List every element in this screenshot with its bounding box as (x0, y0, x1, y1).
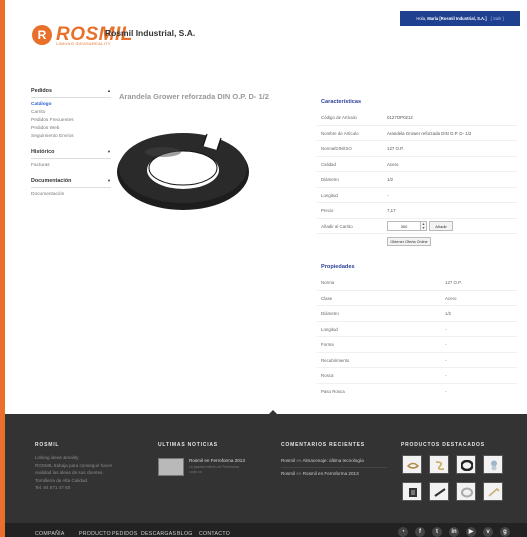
footer-nav-contacto[interactable]: CONTACTO (199, 531, 230, 537)
comment-item[interactable]: Rosmil en Rosmil en Ferroforma 2013 (281, 471, 359, 476)
sidebar-head-pedidos[interactable]: Pedidos ▲ (31, 88, 111, 98)
google-plus-icon[interactable]: g (500, 527, 510, 537)
news-thumbnail[interactable] (158, 458, 184, 476)
sidebar: Pedidos ▲ Catálogo Carrito Pedidos Frecue… (31, 88, 111, 207)
featured-product-thumb[interactable] (429, 455, 449, 474)
product-title: Arandela Grower reforzada DIN O.P. D- 1/… (119, 92, 269, 101)
page: R ROSMIL LINKING IDEAS&REALITY Rosmil In… (5, 0, 527, 537)
sidebar-group-pedidos: Pedidos ▲ Catálogo Carrito Pedidos Frecue… (31, 88, 111, 141)
news-title-link[interactable]: Rosmil en Ferroforma 2013 (189, 458, 245, 463)
table-row: Código de Artículo 0127OP0212 (317, 110, 517, 126)
table-row: Precio 7,17 (317, 203, 517, 219)
add-to-cart-row: Añadir al Carrito 300 ▲ ▼ Añadir (317, 219, 517, 234)
add-to-cart-button[interactable]: Añadir (429, 220, 453, 231)
header: R ROSMIL LINKING IDEAS&REALITY Rosmil In… (5, 0, 527, 68)
footer-featured-title: PRODUCTOS DESTACADOS (401, 442, 485, 448)
sidebar-group-documentacion: Documentación ▼ Documentación (31, 178, 111, 199)
table-row: Nombre de Artículo Arandela Grower reforz… (317, 126, 517, 141)
sidebar-item-carrito[interactable]: Carrito (31, 109, 111, 117)
table-row: Longitud - (317, 188, 517, 203)
add-to-cart-label: Añadir al Carrito (321, 223, 353, 229)
footer-about-text: Linking ideas &reality ROSMIL trabaja pa… (35, 455, 113, 491)
footer-nav-descargas[interactable]: DESCARGAS (141, 531, 176, 537)
twitter-icon[interactable]: t (432, 527, 442, 537)
table-row: Norma/DIN/ISO 127 O.P. (317, 141, 517, 157)
table-row: Rosca - (317, 368, 517, 384)
sidebar-item-documentacion[interactable]: Documentación (31, 191, 111, 199)
vimeo-icon[interactable]: v (483, 527, 493, 537)
sidebar-item-pedidos-web[interactable]: Pedidos Web (31, 125, 111, 133)
sidebar-item-seguimiento-envios[interactable]: Seguimiento Envíos (31, 133, 111, 141)
table-row: Diámetro 1/2 (317, 172, 517, 188)
comment-item[interactable]: Rosmil en Almacenaje: última tecnología (281, 458, 364, 463)
caret-up-icon: ▲ (107, 88, 111, 93)
sidebar-item-facturas[interactable]: Facturas (31, 162, 111, 170)
offer-row: Obtener Oferta Online (317, 234, 517, 250)
footer-nav-pedidos[interactable]: PEDIDOS (112, 531, 137, 537)
featured-product-thumb[interactable] (402, 455, 422, 474)
featured-product-thumb[interactable] (483, 482, 503, 501)
footer-nav-compania[interactable]: COMPAÑÍA (35, 531, 65, 537)
table-row: Paso Rosca - (321, 388, 447, 394)
product-image (117, 133, 249, 210)
online-offer-button[interactable]: Obtener Oferta Online (387, 237, 431, 246)
table-row: Longitud - (317, 322, 517, 337)
linkedin-icon[interactable]: in (449, 527, 459, 537)
characteristics-table: Código de Artículo 0127OP0212 Nombre de A… (317, 110, 517, 250)
sidebar-group-historico: Histórico ▼ Facturas (31, 149, 111, 170)
sidebar-item-catalogo[interactable]: Catálogo (31, 101, 111, 109)
news-excerpt: La pasada edición de Ferroforma conto co (189, 465, 239, 474)
user-bar: Hola, María [Rosmil Industrial, S.A.] [ S… (400, 11, 520, 26)
table-row: Recubrimiento - (317, 353, 517, 368)
footer-nav-producto[interactable]: PRODUCTO (79, 531, 111, 537)
table-row: Forma - (317, 337, 517, 353)
characteristics-title: Características (321, 99, 362, 105)
sidebar-head-documentacion[interactable]: Documentación ▼ (31, 178, 111, 188)
youtube-icon[interactable]: ▶ (466, 527, 476, 537)
footer-news-title: ULTIMAS NOTICIAS (158, 442, 218, 448)
featured-product-thumb[interactable] (456, 482, 476, 501)
table-row: Clase Acero (317, 291, 517, 306)
rss-icon[interactable]: ◔ (398, 527, 408, 537)
footer: ROSMIL Linking ideas &reality ROSMIL tra… (5, 414, 527, 523)
user-name: María [Rosmil Industrial, S.A.] (427, 16, 487, 21)
facebook-icon[interactable]: f (415, 527, 425, 537)
table-row: Norma 127 O.P. (317, 275, 517, 291)
logout-link[interactable]: [ Salir ] (491, 16, 504, 21)
properties-title: Propiedades (321, 264, 355, 270)
footer-nav-blog[interactable]: BLOG (177, 531, 193, 537)
footer-comments-title: COMENTARIOS RECIENTES (281, 442, 365, 448)
footer-about-title: ROSMIL (35, 442, 60, 448)
logo-tagline: LINKING IDEAS&REALITY (56, 41, 111, 46)
featured-product-thumb[interactable] (429, 482, 449, 501)
logo-mark-icon: R (32, 25, 52, 45)
sidebar-head-historico[interactable]: Histórico ▼ (31, 149, 111, 159)
company-name: Rosmil Industrial, S.A. (105, 28, 196, 38)
featured-product-thumb[interactable] (456, 455, 476, 474)
comment-divider (281, 467, 387, 468)
quantity-stepper[interactable]: ▲ ▼ (421, 220, 427, 231)
table-row: Diámetro 1/2 (317, 306, 517, 322)
featured-product-thumb[interactable] (483, 455, 503, 474)
sidebar-item-pedidos-frecuentes[interactable]: Pedidos Frecuentes (31, 117, 111, 125)
properties-table: Norma 127 O.P. Clase Acero Diámetro 1/2 Lon… (317, 275, 517, 399)
featured-product-thumb[interactable] (402, 482, 422, 501)
user-greeting: Hola, (416, 16, 428, 21)
table-row: Calidad Acero (317, 157, 517, 172)
quantity-input[interactable]: 300 (387, 220, 421, 231)
